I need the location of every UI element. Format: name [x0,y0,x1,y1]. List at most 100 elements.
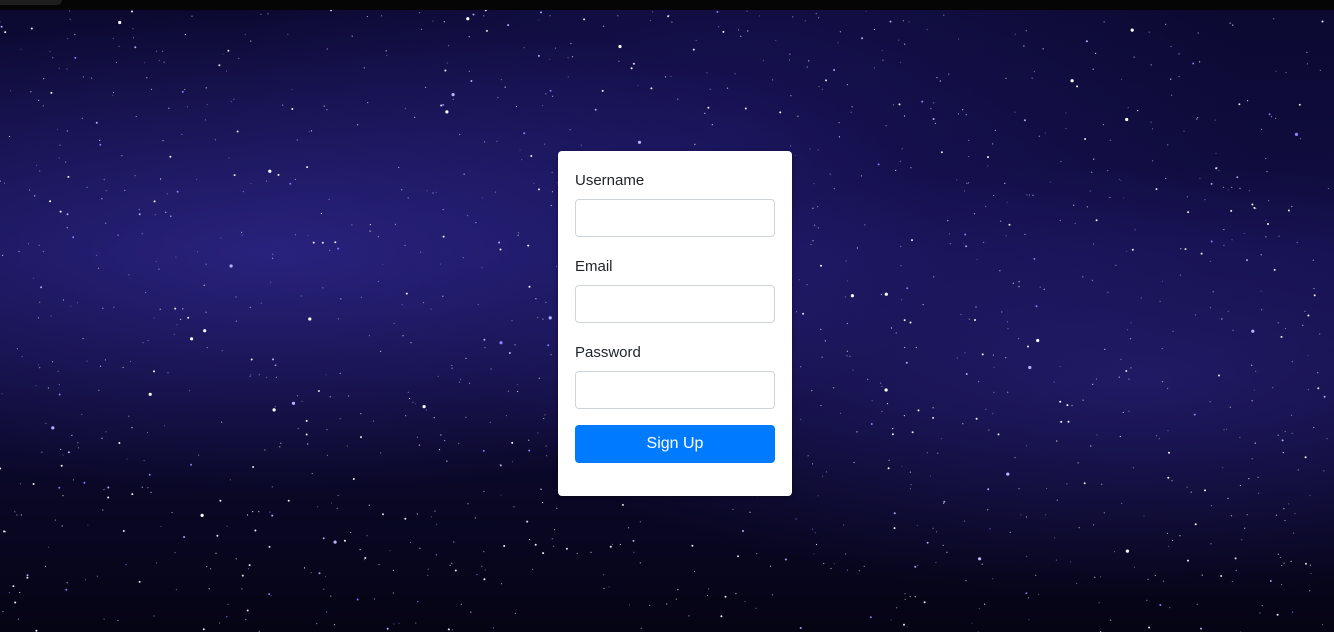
star [417,601,419,603]
star [118,45,120,48]
star [153,370,155,373]
star [272,253,274,255]
star [175,589,177,591]
star [17,618,19,620]
star [800,366,802,368]
star [407,391,409,393]
star [744,600,746,603]
star [1095,52,1097,55]
email-input[interactable] [575,285,775,323]
star [1092,524,1095,526]
star [839,31,842,33]
star [148,392,152,396]
star [20,48,22,50]
star [425,409,427,411]
star [254,529,257,532]
star [328,198,330,200]
star [821,88,824,90]
star [248,564,251,567]
star [1291,432,1293,434]
star [1288,503,1290,505]
star [1100,576,1102,578]
star [1292,611,1294,613]
star [964,352,966,354]
star [458,442,460,445]
star [1178,76,1180,78]
star [694,143,696,145]
star [943,14,945,16]
star [440,263,442,265]
star [166,193,168,195]
star [820,328,822,330]
star [58,393,61,396]
star [695,39,697,42]
star [442,103,445,106]
star [1118,376,1120,378]
star [451,562,453,564]
star [241,574,244,577]
star [409,541,412,544]
star [1254,442,1256,444]
star [1128,410,1130,412]
star [850,294,855,298]
star [121,155,123,157]
star [853,461,855,464]
star [540,11,542,14]
star [1109,619,1112,621]
star [722,30,725,33]
star [594,108,597,111]
star [880,293,883,296]
star [444,440,446,442]
star [483,141,486,143]
star [992,413,994,415]
star [368,335,370,337]
star [718,26,720,28]
star [398,166,400,169]
star [627,527,630,529]
star [1025,592,1028,595]
star [873,67,876,69]
star [565,547,568,550]
star [381,15,383,17]
star [1227,497,1229,499]
star [609,545,612,548]
star [888,459,890,461]
star [1278,235,1280,237]
star [333,624,336,626]
star [618,44,622,49]
star [930,108,932,110]
star [271,514,274,517]
star [544,143,546,145]
star [1251,329,1255,333]
star [497,96,499,99]
star [1095,378,1098,380]
star [484,569,486,571]
star [863,565,865,568]
star [910,167,912,169]
star [40,286,43,289]
star [419,547,421,549]
star [118,20,122,25]
star [483,15,485,17]
tab-nub [0,0,62,5]
username-input[interactable] [575,199,775,237]
star [903,115,906,117]
star [1120,358,1122,360]
star [1246,259,1248,262]
star [316,623,318,625]
star [788,59,791,61]
star [162,50,164,52]
star [416,513,418,515]
star [915,346,917,349]
star [534,543,537,546]
password-input[interactable] [575,371,775,409]
star [1014,33,1016,35]
star [420,251,422,253]
star [818,86,820,88]
star [153,200,156,203]
star [814,532,816,534]
sign-up-button[interactable]: Sign Up [575,425,775,463]
star [427,574,429,576]
star [1027,345,1029,348]
star [865,10,867,12]
